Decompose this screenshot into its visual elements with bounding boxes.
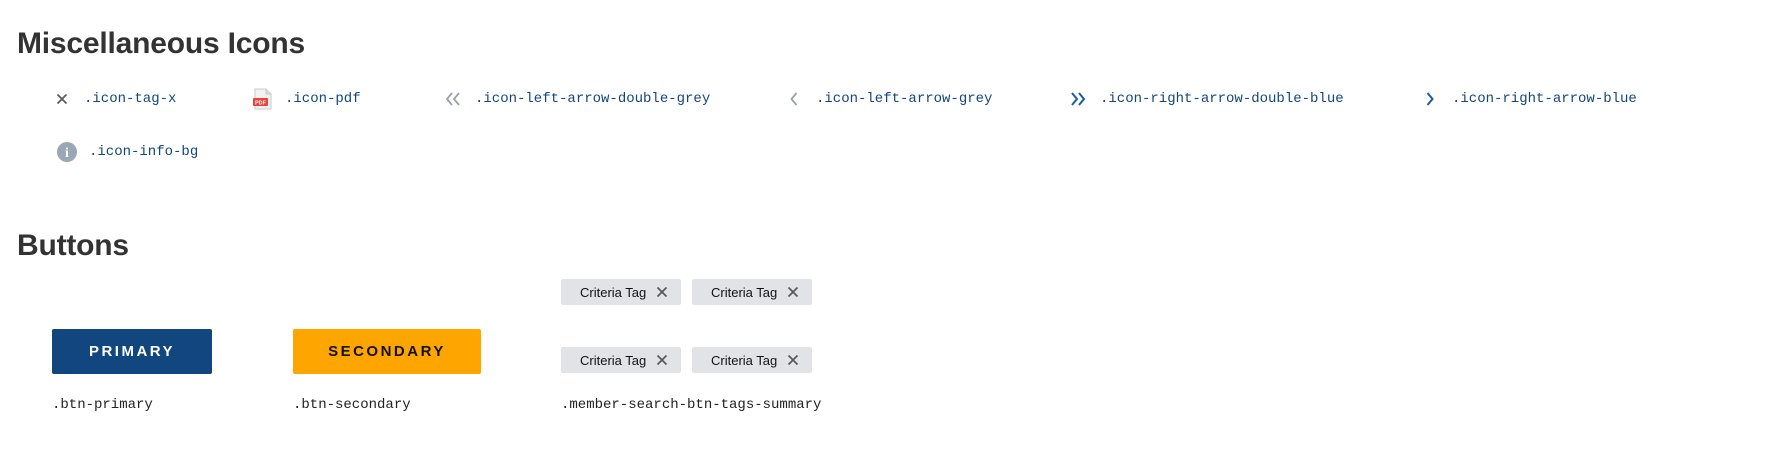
icon-sample-right-arrow-blue: .icon-right-arrow-blue (1418, 87, 1637, 111)
icon-class-label: .icon-left-arrow-grey (816, 91, 993, 107)
close-icon (50, 87, 74, 111)
icon-sample-left-arrow-double-grey: .icon-left-arrow-double-grey (441, 87, 710, 111)
btn-secondary-caption: .btn-secondary (293, 397, 411, 413)
primary-button[interactable]: PRIMARY (52, 329, 212, 374)
criteria-tag[interactable]: Criteria Tag (561, 347, 681, 373)
pdf-file-icon: PDF (251, 87, 275, 111)
icon-class-label: .icon-right-arrow-blue (1452, 91, 1637, 107)
icon-sample-right-arrow-double-blue: .icon-right-arrow-double-blue (1066, 87, 1344, 111)
icon-class-label: .icon-left-arrow-double-grey (475, 91, 711, 107)
btn-primary-caption: .btn-primary (52, 397, 153, 413)
double-chevron-right-icon (1066, 87, 1090, 111)
icon-class-label: .icon-tag-x (84, 91, 177, 107)
criteria-tag[interactable]: Criteria Tag (692, 279, 812, 305)
icon-sample-left-arrow-grey: .icon-left-arrow-grey (782, 87, 992, 111)
close-icon[interactable] (656, 286, 668, 298)
close-icon[interactable] (787, 286, 799, 298)
close-icon[interactable] (656, 354, 668, 366)
icon-class-label: .icon-pdf (285, 91, 361, 107)
secondary-button[interactable]: SECONDARY (293, 329, 481, 374)
close-icon[interactable] (787, 354, 799, 366)
criteria-tag-label: Criteria Tag (711, 284, 778, 300)
icon-class-label: .icon-right-arrow-double-blue (1100, 91, 1344, 107)
icon-class-label: .icon-info-bg (89, 144, 199, 160)
pdf-badge-text: PDF (255, 100, 267, 106)
info-glyph: i (65, 146, 69, 161)
double-chevron-left-icon (441, 87, 465, 111)
criteria-tag[interactable]: Criteria Tag (561, 279, 681, 305)
criteria-tag-label: Criteria Tag (711, 352, 778, 368)
section-title-buttons: Buttons (17, 229, 129, 262)
chevron-right-icon (1418, 87, 1442, 111)
info-circle-icon: i (55, 140, 79, 164)
icon-sample-tag-x: .icon-tag-x (50, 87, 176, 111)
chevron-left-icon (782, 87, 806, 111)
criteria-tag-label: Criteria Tag (580, 352, 647, 368)
tags-summary-caption: .member-search-btn-tags-summary (561, 397, 822, 413)
criteria-tag-label: Criteria Tag (580, 284, 647, 300)
icon-sample-info-bg: i .icon-info-bg (55, 140, 198, 164)
criteria-tag[interactable]: Criteria Tag (692, 347, 812, 373)
section-title-miscellaneous-icons: Miscellaneous Icons (17, 27, 305, 60)
icon-sample-pdf: PDF .icon-pdf (251, 87, 361, 111)
